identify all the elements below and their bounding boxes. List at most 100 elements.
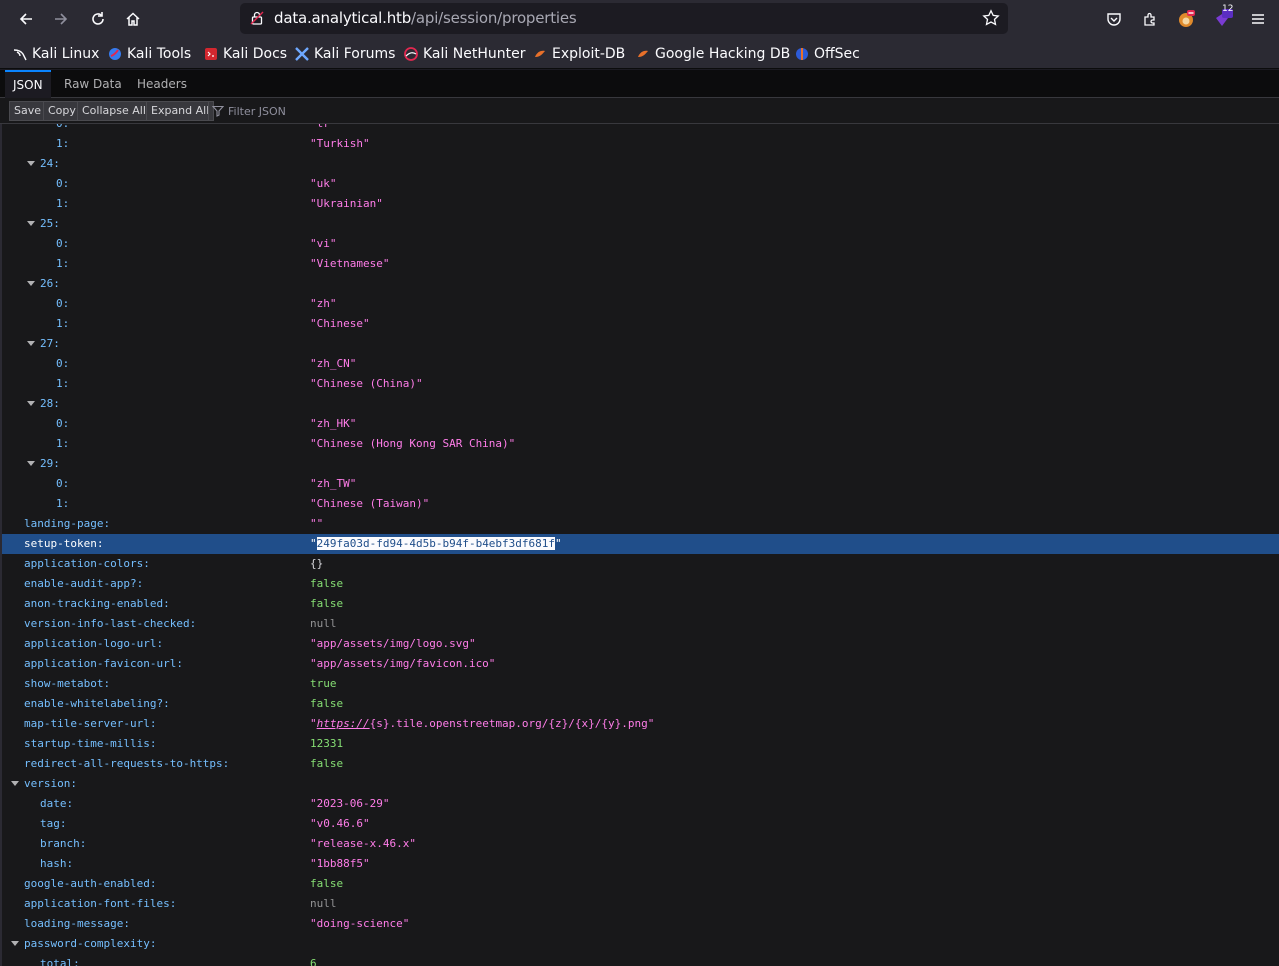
json-key: 28: [40, 397, 60, 410]
json-row[interactable]: 1: "Chinese (Taiwan)" [2, 494, 1279, 514]
expand-toggle-icon[interactable] [27, 401, 35, 406]
json-row[interactable]: map-tile-server-url: "https://{s}.tile.op… [2, 714, 1279, 734]
bookmark-star-icon[interactable] [982, 9, 1000, 27]
json-row[interactable]: 1: "Turkish" [2, 134, 1279, 154]
bookmark-kali-nethunter[interactable]: Kali NetHunter [404, 44, 525, 64]
url-link[interactable]: https:// [317, 717, 370, 730]
pocket-button[interactable] [1099, 4, 1129, 34]
json-row[interactable]: version: [2, 774, 1279, 794]
kali-dragon-icon [13, 49, 27, 61]
json-value: "app/assets/img/favicon.ico" [310, 657, 496, 670]
bookmark-kali-linux[interactable]: Kali Linux [13, 44, 99, 64]
json-row[interactable]: 0: "zh_TW" [2, 474, 1279, 494]
json-key: application-font-files: [24, 897, 177, 910]
home-button[interactable] [118, 4, 148, 34]
expand-toggle-icon[interactable] [27, 461, 35, 466]
json-row[interactable]: 27: [2, 334, 1279, 354]
json-row[interactable]: setup-token: "249fa03d-fd94-4d5b-b94f-b4e… [2, 534, 1279, 554]
setup-token-selection[interactable]: 249fa03d-fd94-4d5b-b94f-b4ebf3df681f [316, 537, 556, 550]
json-row[interactable]: branch: "release-x.46.x" [2, 834, 1279, 854]
save-button[interactable]: Save [9, 101, 47, 121]
json-row[interactable]: 0: "vi" [2, 234, 1279, 254]
json-row[interactable]: 0: "zh" [2, 294, 1279, 314]
bookmark-google-hacking-db[interactable]: Google Hacking DB [636, 44, 790, 64]
json-row[interactable]: show-metabot: true [2, 674, 1279, 694]
app-menu-button[interactable] [1243, 4, 1273, 34]
json-row[interactable]: 1: "Chinese" [2, 314, 1279, 334]
json-row[interactable]: application-colors: {} [2, 554, 1279, 574]
json-key: branch: [40, 837, 87, 850]
json-row[interactable]: application-logo-url: "app/assets/img/log… [2, 634, 1279, 654]
json-value: "Chinese" [310, 317, 370, 330]
json-row[interactable]: 0: "zh_CN" [2, 354, 1279, 374]
url-text[interactable]: data.analytical.htb/api/session/properti… [274, 9, 577, 27]
json-row[interactable]: loading-message: "doing-science" [2, 914, 1279, 934]
json-row[interactable]: tag: "v0.46.6" [2, 814, 1279, 834]
extensions-button[interactable] [1135, 4, 1165, 34]
json-row[interactable]: 28: [2, 394, 1279, 414]
tab-raw-data[interactable]: Raw Data [56, 70, 130, 98]
json-key: application-colors: [24, 557, 150, 570]
json-row[interactable]: 29: [2, 454, 1279, 474]
expand-toggle-icon[interactable] [27, 341, 35, 346]
url-host: data.analytical.htb [274, 9, 412, 27]
bookmark-kali-docs[interactable]: Kali Docs [204, 44, 287, 64]
json-row[interactable]: version-info-last-checked: null [2, 614, 1279, 634]
bookmark-label: Kali Docs [223, 46, 288, 62]
foxyproxy-button[interactable] [1171, 4, 1201, 34]
reload-button[interactable] [83, 4, 113, 34]
tab-headers[interactable]: Headers [129, 70, 195, 98]
pocket-icon [1107, 13, 1121, 26]
bookmark-kali-tools[interactable]: Kali Tools [108, 44, 191, 64]
json-row[interactable]: 1: "Ukrainian" [2, 194, 1279, 214]
back-button[interactable] [11, 4, 41, 34]
json-row[interactable]: enable-audit-app?: false [2, 574, 1279, 594]
json-row[interactable]: date: "2023-06-29" [2, 794, 1279, 814]
forward-button[interactable] [46, 4, 76, 34]
json-row[interactable]: 1: "Chinese (China)" [2, 374, 1279, 394]
json-row[interactable]: 1: "Vietnamese" [2, 254, 1279, 274]
json-row[interactable]: 1: "Chinese (Hong Kong SAR China)" [2, 434, 1279, 454]
copy-button[interactable]: Copy [43, 101, 81, 121]
json-row[interactable]: 25: [2, 214, 1279, 234]
toolbar-divider [208, 102, 209, 120]
json-row[interactable]: 26: [2, 274, 1279, 294]
url-path: /api/session/properties [411, 9, 577, 27]
json-key: enable-whitelabeling?: [24, 697, 170, 710]
expand-toggle-icon[interactable] [27, 221, 35, 226]
tab-json[interactable]: JSON [5, 70, 51, 98]
json-row[interactable]: 0: "uk" [2, 174, 1279, 194]
insecure-lock-icon[interactable] [250, 11, 264, 25]
json-row[interactable]: landing-page: "" [2, 514, 1279, 534]
expand-toggle-icon[interactable] [27, 281, 35, 286]
json-row[interactable]: 24: [2, 154, 1279, 174]
json-row[interactable]: enable-whitelabeling?: false [2, 694, 1279, 714]
json-row[interactable]: application-favicon-url: "app/assets/img/… [2, 654, 1279, 674]
json-row[interactable]: password-complexity: [2, 934, 1279, 954]
collapse-all-button[interactable]: Collapse All [77, 101, 151, 121]
expand-toggle-icon[interactable] [11, 781, 19, 786]
offsec-icon [796, 48, 808, 60]
json-row[interactable]: hash: "1bb88f5" [2, 854, 1279, 874]
bookmark-exploit-db[interactable]: Exploit-DB [533, 44, 625, 64]
json-row[interactable]: redirect-all-requests-to-https: false [2, 754, 1279, 774]
json-row[interactable]: application-font-files: null [2, 894, 1279, 914]
json-row[interactable]: total: 6 [2, 954, 1279, 966]
json-value: "uk" [310, 177, 337, 190]
url-bar[interactable]: data.analytical.htb/api/session/properti… [240, 3, 1008, 34]
filter-json-input[interactable]: Filter JSON [212, 101, 286, 121]
expand-all-button[interactable]: Expand All [146, 101, 215, 121]
json-row[interactable]: startup-time-millis: 12331 [2, 734, 1279, 754]
json-key: total: [40, 957, 80, 966]
expand-toggle-icon[interactable] [11, 941, 19, 946]
bookmark-kali-forums[interactable]: Kali Forums [295, 44, 395, 64]
json-row[interactable]: anon-tracking-enabled: false [2, 594, 1279, 614]
json-row[interactable]: google-auth-enabled: false [2, 874, 1279, 894]
json-row[interactable]: 0: "zh_HK" [2, 414, 1279, 434]
json-key: anon-tracking-enabled: [24, 597, 170, 610]
json-row[interactable]: 0: "tr" [2, 124, 1279, 134]
quote: " [310, 717, 317, 730]
expand-toggle-icon[interactable] [27, 161, 35, 166]
bookmark-offsec[interactable]: OffSec [795, 44, 860, 64]
extension-badge-button[interactable]: 12 [1207, 4, 1237, 34]
